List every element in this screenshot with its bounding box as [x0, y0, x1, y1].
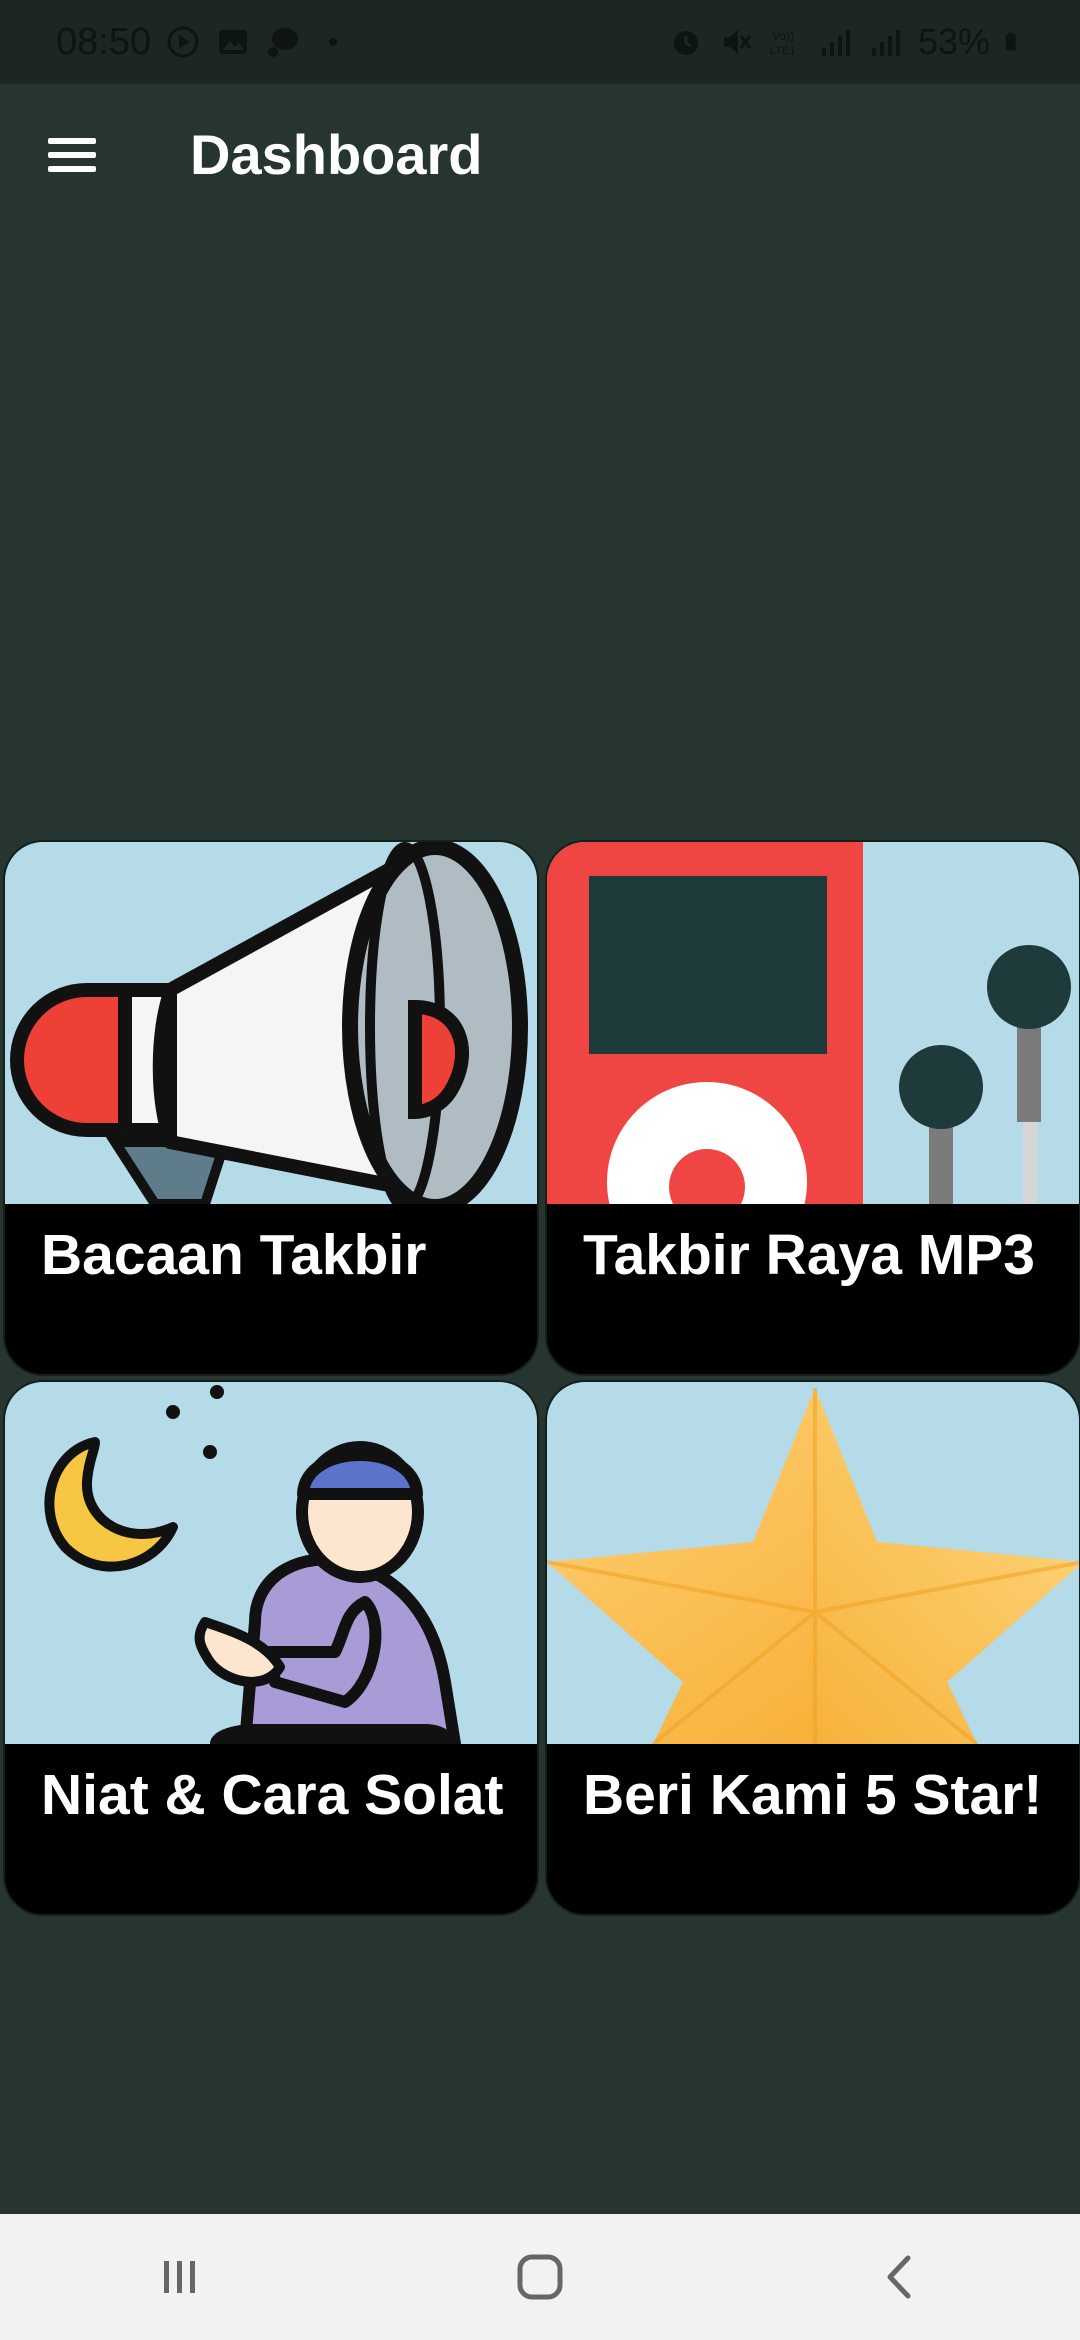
hamburger-menu-icon[interactable] — [46, 134, 102, 178]
app-bar: Dashboard — [0, 84, 1080, 228]
svg-text:LTE1: LTE1 — [770, 45, 795, 57]
tile-image — [547, 1382, 1079, 1744]
mute-icon — [723, 30, 752, 54]
volte-icon: Vo)) LTE1 — [770, 29, 795, 57]
praying-man-moon-icon — [44, 1385, 461, 1744]
status-bar-left: 08:50 — [56, 21, 351, 64]
alarm-icon — [673, 31, 698, 55]
tile-beri-kami-5-star[interactable]: Beri Kami 5 Star! — [545, 1380, 1080, 1916]
status-bar: 08:50 Vo)) LTE1 53% — [0, 0, 1080, 84]
tile-label: Niat & Cara Solat — [5, 1744, 537, 1914]
back-icon[interactable] — [860, 2237, 940, 2317]
signal-icon — [871, 30, 900, 56]
signal-icon — [821, 30, 850, 56]
tile-takbir-raya-mp3[interactable]: Takbir Raya MP3 — [545, 840, 1080, 1376]
dashboard-grid: Bacaan Takbir Takbir Raya MP3 Niat & Car… — [3, 840, 1080, 1916]
tile-image — [5, 842, 537, 1204]
play-icon — [167, 26, 199, 58]
tile-label: Beri Kami 5 Star! — [547, 1744, 1079, 1914]
image-icon — [219, 30, 248, 54]
tile-label: Takbir Raya MP3 — [547, 1204, 1079, 1374]
tile-niat-cara-solat[interactable]: Niat & Cara Solat — [3, 1380, 539, 1916]
home-icon[interactable] — [500, 2237, 580, 2317]
tile-image — [5, 1382, 537, 1744]
star-icon — [547, 1388, 1079, 1744]
status-bar-right: Vo)) LTE1 53% — [668, 21, 1026, 63]
battery-percent: 53% — [917, 21, 990, 62]
tile-bacaan-takbir[interactable]: Bacaan Takbir — [3, 840, 539, 1376]
tile-label: Bacaan Takbir — [5, 1204, 537, 1374]
megaphone-icon — [10, 842, 528, 1204]
system-nav-bar — [0, 2214, 1080, 2340]
recents-icon[interactable] — [140, 2237, 220, 2317]
battery-icon — [1005, 32, 1016, 51]
page-title: Dashboard — [190, 123, 483, 186]
dot-icon — [329, 38, 338, 46]
chat-bubble-icon — [268, 28, 299, 57]
status-time: 08:50 — [56, 20, 152, 63]
tile-image — [547, 842, 1079, 1204]
mp3-player-icon — [547, 842, 1071, 1204]
svg-text:Vo)): Vo)) — [772, 29, 794, 43]
